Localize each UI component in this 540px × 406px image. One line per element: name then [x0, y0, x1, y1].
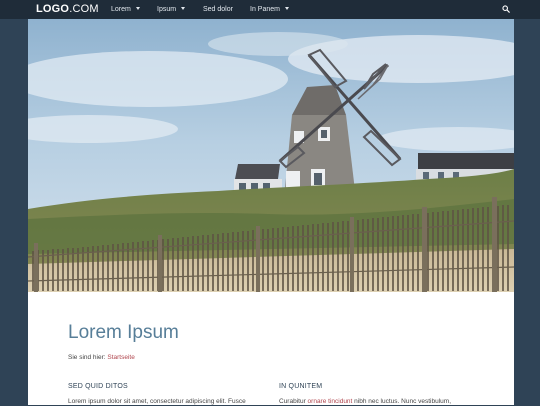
page-title: Lorem Ipsum [68, 322, 179, 343]
column-heading: SED QUID DITOS [68, 383, 128, 390]
top-navigation-bar: LOGO.COM Lorem Ipsum Sed dolor In Panem [0, 0, 540, 19]
nav-item-label: In Panem [250, 6, 280, 13]
nav-item-lorem[interactable]: Lorem [111, 5, 140, 14]
breadcrumb: Sie sind hier: Startseite [68, 354, 135, 362]
breadcrumb-prefix: Sie sind hier: [68, 354, 106, 361]
inline-link[interactable]: ornare tincidunt [308, 398, 353, 405]
hero-image [28, 19, 514, 292]
main-content: Lorem Ipsum Sie sind hier: Startseite SE… [28, 292, 514, 405]
nav-item-label: Lorem [111, 6, 131, 13]
chevron-down-icon [181, 7, 186, 10]
chevron-down-icon [284, 7, 289, 10]
logo-suffix-text: .COM [69, 3, 99, 15]
nav-item-in-panem[interactable]: In Panem [250, 5, 289, 14]
site-logo[interactable]: LOGO.COM [36, 3, 99, 16]
search-icon[interactable] [502, 5, 510, 13]
hero-photo-windmill [28, 19, 514, 292]
column-text-start: Curabitur [279, 398, 306, 405]
nav-item-ipsum[interactable]: Ipsum [157, 5, 186, 14]
nav-item-sed-dolor[interactable]: Sed dolor [203, 5, 233, 14]
chevron-down-icon [135, 7, 140, 10]
logo-main-text: LOGO [36, 3, 70, 15]
breadcrumb-link-startseite[interactable]: Startseite [107, 354, 134, 361]
column-text-end: nibh nec luctus. Nunc vestibulum, [354, 398, 451, 405]
nav-item-label: Sed dolor [203, 6, 233, 13]
column-heading: IN QUNITEM [279, 383, 323, 390]
nav-item-label: Ipsum [157, 6, 177, 13]
